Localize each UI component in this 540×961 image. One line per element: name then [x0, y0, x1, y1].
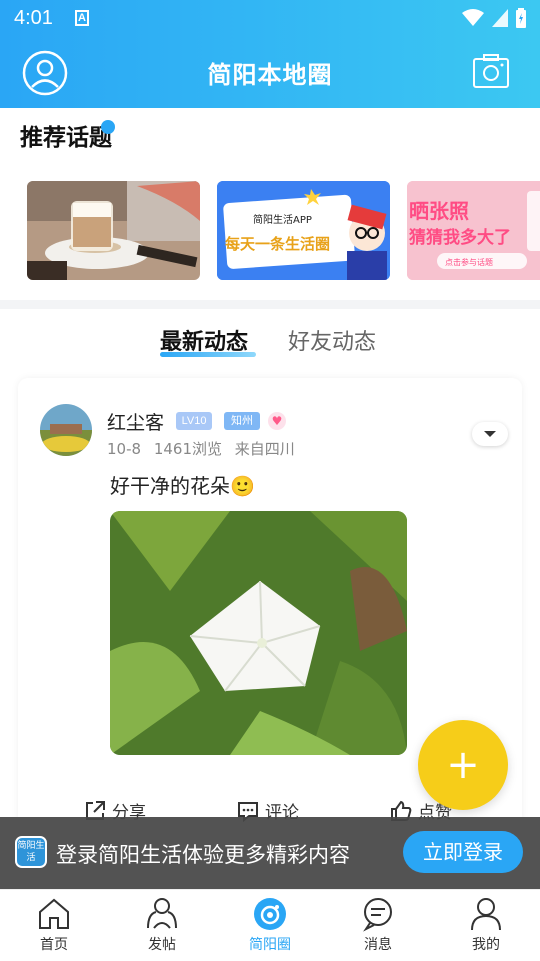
nav-home[interactable]: 首页: [0, 890, 108, 961]
notification-a-icon: A: [74, 10, 89, 26]
app-promo-graphic: [217, 181, 390, 280]
level-badge: LV10: [176, 412, 212, 430]
user-avatar-icon[interactable]: [22, 50, 68, 96]
nav-profile[interactable]: 我的: [432, 890, 540, 961]
nav-post[interactable]: 发帖: [108, 890, 216, 961]
title-badge: 知州: [224, 412, 260, 430]
post-more-button[interactable]: [472, 422, 508, 446]
post-location: 来自四川: [234, 440, 295, 458]
nav-circle[interactable]: 简阳圈: [216, 890, 324, 961]
post-date: 10-8: [107, 440, 142, 458]
status-time: 4:01: [14, 6, 53, 29]
post-username[interactable]: 红尘客: [107, 408, 164, 435]
heart-icon: ♥: [268, 412, 286, 430]
battery-icon: [516, 8, 526, 28]
app-header: 简阳本地圈: [0, 36, 540, 108]
add-post-fab[interactable]: +: [418, 720, 508, 810]
app-logo-icon: 简阳生活: [15, 836, 47, 868]
post-meta: 10-8 1461浏览 来自四川: [107, 438, 303, 459]
circle-icon: [254, 898, 286, 930]
app-card-line2: 每天一条生活圈: [225, 235, 331, 253]
nav-profile-label: 我的: [472, 937, 500, 953]
camera-icon[interactable]: [472, 52, 510, 90]
page-title: 简阳本地圈: [207, 60, 333, 89]
feed-tabs: 最新动态 好友动态: [0, 318, 540, 362]
nav-circle-label: 简阳圈: [249, 937, 291, 953]
photo-card-line2: 猜猜我多大了: [409, 228, 511, 248]
topic-card-app[interactable]: 简阳生活APP 每天一条生活圈: [217, 181, 390, 280]
message-icon: [363, 898, 392, 932]
login-button[interactable]: 立即登录: [403, 831, 523, 873]
tab-active-indicator: [160, 352, 256, 357]
nav-home-label: 首页: [40, 937, 68, 953]
profile-icon: [471, 898, 501, 931]
home-icon: [39, 898, 69, 929]
post-image[interactable]: [110, 511, 407, 755]
nav-messages-label: 消息: [364, 937, 392, 953]
coffee-photo: [27, 181, 200, 280]
status-right: [462, 8, 526, 28]
post-views: 1461浏览: [153, 440, 223, 458]
recommend-title: 推荐话题: [20, 125, 112, 151]
signal-icon: [492, 9, 508, 27]
post-avatar[interactable]: [40, 404, 92, 456]
login-banner: 简阳生活 登录简阳生活体验更多精彩内容 立即登录: [0, 817, 540, 889]
photo-card-line1: 晒张照: [409, 199, 469, 223]
post-text-content: 好干净的花朵: [110, 474, 230, 498]
topic-card-photo[interactable]: 晒张照 猜猜我多大了 点击参与话题: [407, 181, 540, 280]
section-divider: [0, 300, 540, 309]
white-flower-photo: [110, 511, 407, 755]
recommend-dot-badge: [101, 120, 115, 134]
post-icon: [147, 898, 177, 929]
nav-messages[interactable]: 消息: [324, 890, 432, 961]
nav-post-label: 发帖: [148, 937, 176, 953]
app-card-line1: 简阳生活APP: [253, 215, 312, 226]
bottom-nav: 首页 发帖 简阳圈 消息 我的: [0, 889, 540, 960]
topic-carousel[interactable]: 简阳生活APP 每天一条生活圈 晒张照 猜猜我多大了 点击参与话题: [27, 181, 540, 280]
chevron-down-icon: [484, 431, 496, 437]
topic-card-coffee[interactable]: [27, 181, 200, 280]
status-bar: 4:01 A: [0, 0, 540, 36]
wifi-icon: [462, 9, 484, 26]
login-message: 登录简阳生活体验更多精彩内容: [56, 843, 350, 867]
photo-card-button: 点击参与话题: [445, 258, 493, 267]
smile-emoji-icon: 🙂: [230, 474, 255, 498]
post-text: 好干净的花朵🙂: [110, 470, 255, 499]
tab-friends[interactable]: 好友动态: [288, 324, 376, 356]
